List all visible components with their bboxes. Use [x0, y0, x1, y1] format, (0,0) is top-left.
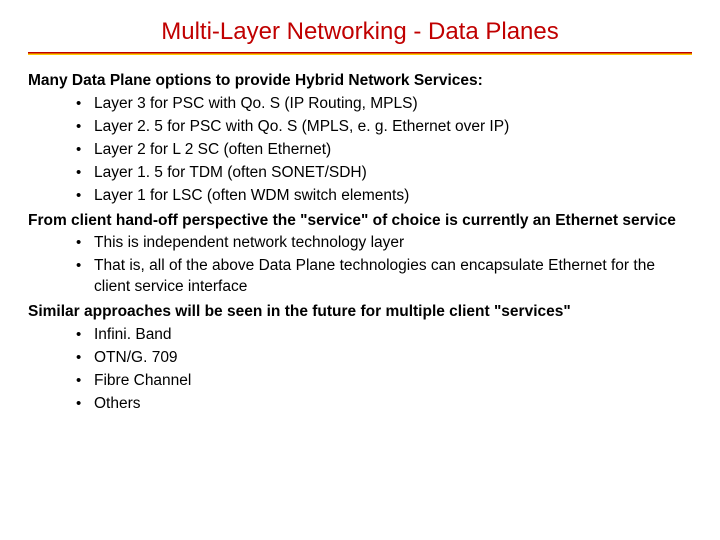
list-item: OTN/G. 709 — [76, 348, 692, 369]
list-item: Layer 3 for PSC with Qo. S (IP Routing, … — [76, 94, 692, 115]
list-item: Others — [76, 394, 692, 415]
list-item: Layer 1. 5 for TDM (often SONET/SDH) — [76, 163, 692, 184]
section-heading: From client hand-off perspective the "se… — [28, 211, 692, 232]
list-item: This is independent network technology l… — [76, 233, 692, 254]
list-item: Layer 1 for LSC (often WDM switch elemen… — [76, 186, 692, 207]
list-item: Layer 2. 5 for PSC with Qo. S (MPLS, e. … — [76, 117, 692, 138]
slide: Multi-Layer Networking - Data Planes Man… — [0, 0, 720, 540]
section-heading: Many Data Plane options to provide Hybri… — [28, 71, 692, 92]
section-heading: Similar approaches will be seen in the f… — [28, 302, 692, 323]
list-item: Infini. Band — [76, 325, 692, 346]
slide-title: Multi-Layer Networking - Data Planes — [28, 18, 692, 46]
bullet-list: This is independent network technology l… — [28, 233, 692, 298]
list-item: Layer 2 for L 2 SC (often Ethernet) — [76, 140, 692, 161]
bullet-list: Layer 3 for PSC with Qo. S (IP Routing, … — [28, 94, 692, 207]
title-divider — [28, 52, 692, 55]
slide-content: Many Data Plane options to provide Hybri… — [28, 71, 692, 415]
bullet-list: Infini. Band OTN/G. 709 Fibre Channel Ot… — [28, 325, 692, 415]
list-item: Fibre Channel — [76, 371, 692, 392]
list-item: That is, all of the above Data Plane tec… — [76, 256, 692, 298]
